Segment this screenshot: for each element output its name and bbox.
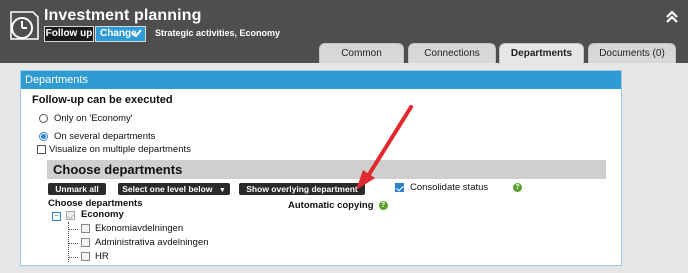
unmark-all-button[interactable]: Unmark all (48, 183, 106, 195)
tree-item-administrativa-avdelningen[interactable]: Administrativa avdelningen (81, 237, 209, 248)
tree-item-checkbox[interactable] (81, 224, 90, 233)
automatic-copying: Automatic copying ? (288, 200, 388, 211)
show-overlying-department-button[interactable]: Show overlying department (239, 183, 365, 195)
visualize-checkbox-row[interactable]: Visualize on multiple departments (37, 144, 191, 155)
visualize-label: Visualize on multiple departments (49, 144, 191, 155)
consolidate-checkbox[interactable] (395, 183, 404, 192)
investment-planning-window: Investment planning Follow up Change Str… (0, 0, 688, 273)
checkmark-icon (132, 28, 142, 43)
tree-item-checkbox[interactable] (81, 238, 90, 247)
change-button[interactable]: Change (95, 26, 146, 42)
tree-root-economy: Economy (81, 209, 124, 220)
clock-document-icon (8, 9, 41, 42)
tree-branch (69, 257, 78, 258)
tree-item-checkbox[interactable] (81, 252, 90, 261)
radio-label: On several departments (54, 131, 156, 142)
followup-heading: Follow-up can be executed (32, 94, 173, 106)
tab-departments[interactable]: Departments (499, 43, 584, 64)
visualize-checkbox[interactable] (37, 145, 46, 154)
consolidate-status-row[interactable]: Consolidate status (395, 182, 488, 193)
radio-button[interactable] (39, 114, 48, 123)
tab-connections[interactable]: Connections (408, 43, 496, 63)
choose-departments-label: Choose departments (48, 198, 143, 209)
caret-down-icon: ▼ (218, 187, 226, 194)
tree-connector (68, 222, 69, 262)
help-icon[interactable]: ? (378, 201, 388, 210)
consolidate-label: Consolidate status (410, 182, 489, 193)
tree-branch (69, 243, 78, 244)
page-title: Investment planning (44, 7, 202, 24)
tree-branch (69, 229, 78, 230)
departments-panel: Departments Follow-up can be executed On… (20, 70, 622, 266)
tree-item-label: Administrativa avdelningen (95, 237, 209, 248)
collapse-chevron-up-icon[interactable] (664, 9, 680, 25)
tab-documents[interactable]: Documents (0) (588, 43, 676, 63)
radio-label: Only on 'Economy' (54, 113, 133, 124)
radio-only-economy[interactable]: Only on 'Economy' (39, 113, 133, 124)
help-icon[interactable]: ? (513, 183, 522, 192)
automatic-copying-label: Automatic copying (288, 200, 374, 211)
radio-button-selected[interactable] (39, 132, 48, 141)
tree-root-checkbox[interactable] (66, 211, 75, 220)
tree-item-label: Ekonomiavdelningen (95, 223, 184, 234)
radio-several-departments[interactable]: On several departments (39, 131, 155, 142)
panel-header: Departments (21, 71, 621, 89)
select-one-level-label: Select one level below (122, 184, 213, 194)
follow-up-button[interactable]: Follow up (44, 26, 94, 42)
tab-common[interactable]: Common (319, 43, 404, 63)
select-one-level-below-button[interactable]: Select one level below ▼ (118, 183, 230, 195)
tree-collapse-minus-icon[interactable]: − (52, 212, 61, 221)
tree-item-label: HR (95, 251, 109, 262)
tree-item-hr[interactable]: HR (81, 251, 109, 262)
page-subtitle: Strategic activities, Economy (155, 28, 281, 38)
choose-departments-heading: Choose departments (47, 160, 606, 179)
tree-item-ekonomiavdelningen[interactable]: Ekonomiavdelningen (81, 223, 183, 234)
